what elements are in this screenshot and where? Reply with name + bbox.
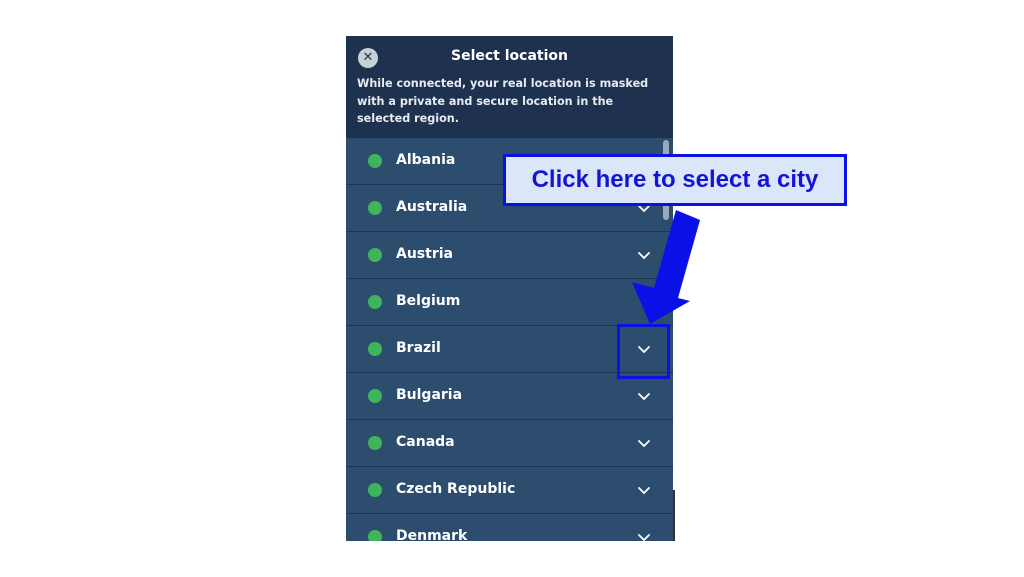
chevron-down-icon[interactable] <box>636 529 652 541</box>
location-row-bulgaria[interactable]: Bulgaria <box>346 373 673 420</box>
location-name: Austria <box>396 246 453 262</box>
panel-header: ✕ Select location While connected, your … <box>346 36 673 138</box>
status-dot-icon <box>368 389 382 403</box>
location-name: Canada <box>396 434 455 450</box>
location-name: Belgium <box>396 293 461 309</box>
panel-shadow-edge <box>673 490 675 541</box>
location-name: Australia <box>396 199 468 215</box>
annotation-arrow-icon <box>632 210 700 324</box>
status-dot-icon <box>368 342 382 356</box>
page-title: Select location <box>451 48 568 64</box>
chevron-down-icon[interactable] <box>636 388 652 404</box>
status-dot-icon <box>368 154 382 168</box>
annotation-callout: Click here to select a city <box>503 154 847 206</box>
chevron-down-icon[interactable] <box>636 435 652 451</box>
status-dot-icon <box>368 201 382 215</box>
location-row-denmark[interactable]: Denmark <box>346 514 673 541</box>
location-name: Denmark <box>396 528 468 541</box>
location-name: Albania <box>396 152 456 168</box>
status-dot-icon <box>368 483 382 497</box>
location-name: Bulgaria <box>396 387 463 403</box>
status-dot-icon <box>368 295 382 309</box>
location-row-czech-republic[interactable]: Czech Republic <box>346 467 673 514</box>
location-row-canada[interactable]: Canada <box>346 420 673 467</box>
annotation-highlight-box <box>617 324 670 379</box>
status-dot-icon <box>368 436 382 450</box>
location-name: Czech Republic <box>396 481 516 497</box>
status-dot-icon <box>368 530 382 541</box>
location-description: While connected, your real location is m… <box>357 77 649 125</box>
location-name: Brazil <box>396 340 441 356</box>
chevron-down-icon[interactable] <box>636 482 652 498</box>
status-dot-icon <box>368 248 382 262</box>
